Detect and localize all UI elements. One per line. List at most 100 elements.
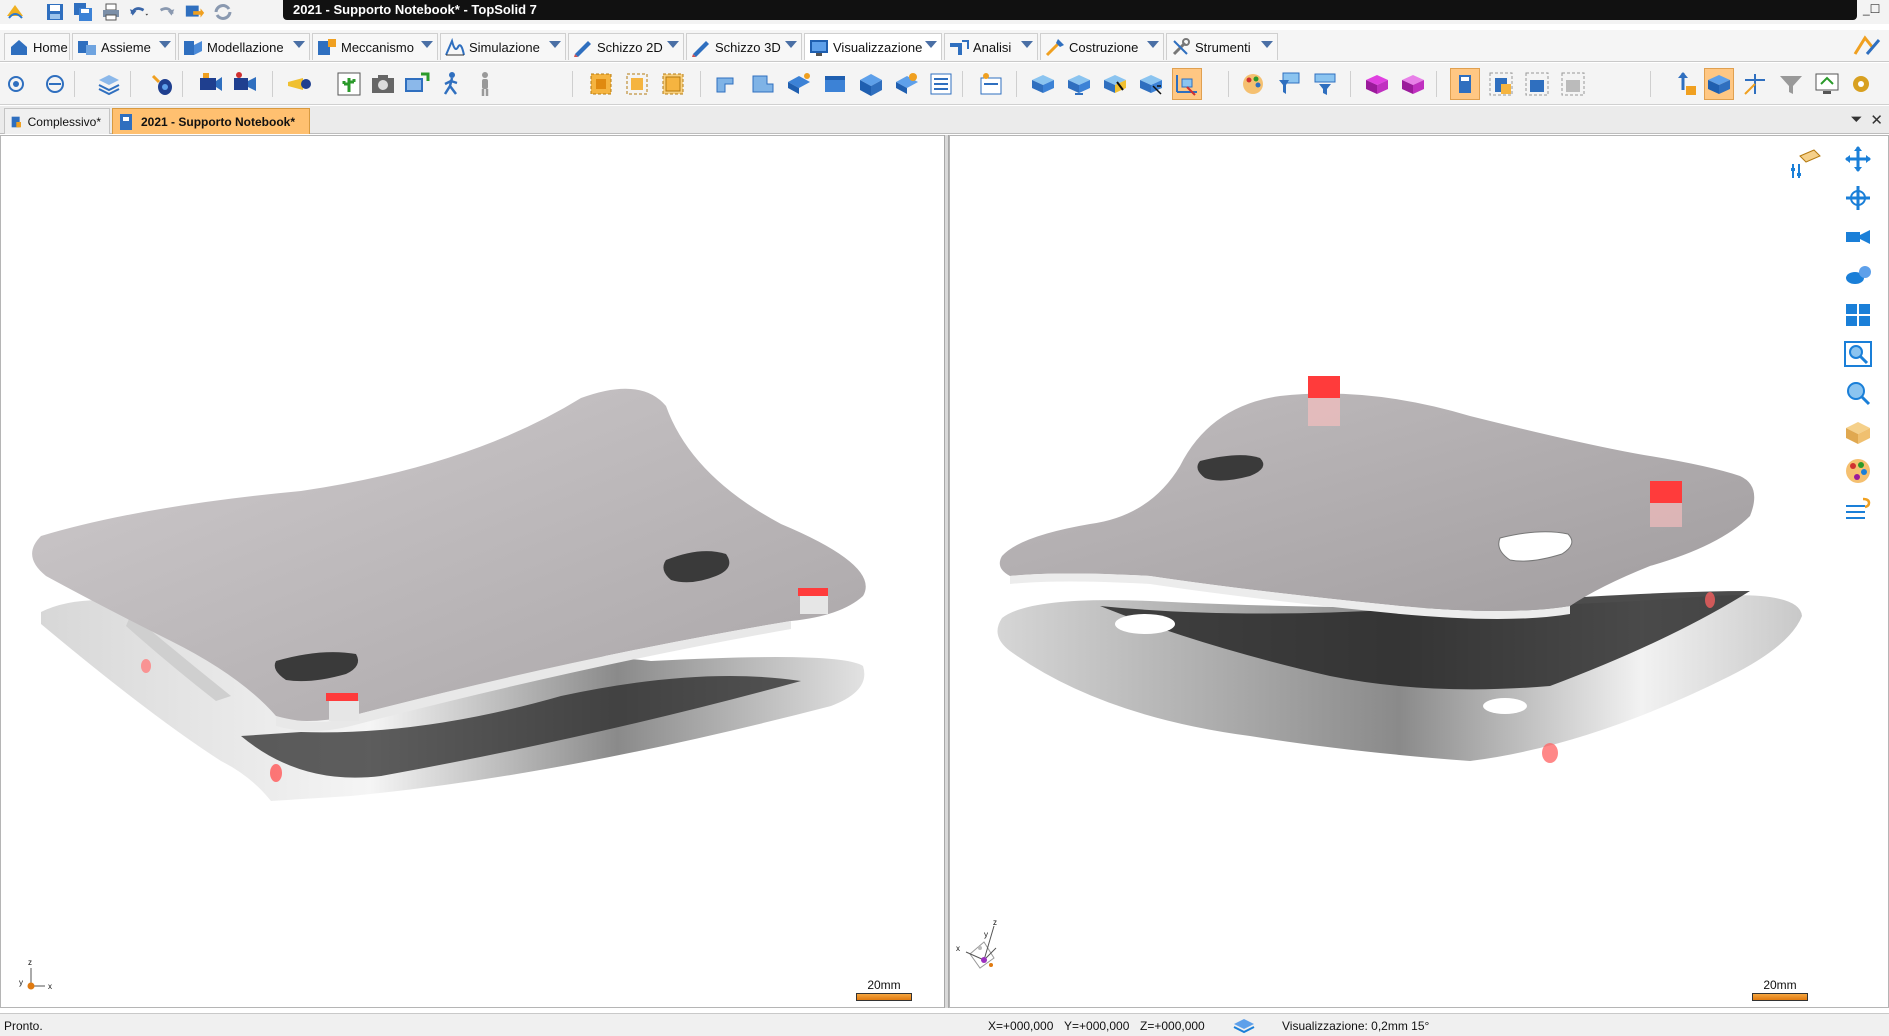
render-4-icon[interactable]	[1136, 68, 1166, 100]
view-layout-icon[interactable]	[1841, 300, 1875, 330]
filter-2-icon[interactable]	[1310, 68, 1340, 100]
box-view-icon[interactable]	[1841, 417, 1875, 447]
layer-icon[interactable]	[1232, 1016, 1256, 1034]
snapshot-icon[interactable]	[368, 68, 398, 100]
viewport-left[interactable]: z y x 20mm	[0, 135, 947, 1008]
chevron-down-icon[interactable]	[293, 41, 305, 48]
render-3-icon[interactable]	[1100, 68, 1130, 100]
export-icon[interactable]	[184, 2, 206, 22]
tab-strumenti[interactable]: Strumenti	[1166, 33, 1278, 60]
model-render-right[interactable]	[950, 136, 1889, 1008]
navigation-toolbar	[1838, 144, 1878, 525]
display-mode-2-icon[interactable]	[1486, 68, 1516, 100]
tab-visualizzazione[interactable]: Visualizzazione	[804, 33, 942, 60]
chevron-down-icon[interactable]	[925, 41, 937, 48]
screen-export-icon[interactable]	[402, 68, 432, 100]
viewport-right[interactable]: z y x 20mm	[949, 135, 1889, 1008]
frame-all-icon[interactable]	[586, 68, 616, 100]
redo-icon[interactable]	[156, 2, 178, 22]
rotate-icon[interactable]	[1841, 183, 1875, 213]
frame-fit-icon[interactable]	[658, 68, 688, 100]
tab-analisi[interactable]: Analisi	[944, 33, 1038, 60]
view-iso-icon[interactable]	[856, 68, 886, 100]
funnel-view-icon[interactable]	[1776, 68, 1806, 100]
view-list-icon[interactable]	[926, 68, 956, 100]
render-2-icon[interactable]	[1064, 68, 1094, 100]
camera-icon[interactable]	[196, 68, 226, 100]
display-mode-3-icon[interactable]	[1522, 68, 1552, 100]
print-icon[interactable]	[100, 2, 122, 22]
camera-target-icon[interactable]	[230, 68, 260, 100]
shading-2-icon[interactable]	[1398, 68, 1428, 100]
close-icon[interactable]: ✕	[1870, 111, 1883, 129]
view-front-icon[interactable]	[820, 68, 850, 100]
zoom-icon[interactable]	[1841, 378, 1875, 408]
tab-meccanismo[interactable]: Meccanismo	[312, 33, 438, 60]
toolbar-separator	[272, 71, 273, 97]
help-lines-icon[interactable]	[1841, 495, 1875, 525]
tab-simulazione[interactable]: Simulazione	[440, 33, 566, 60]
chevron-down-icon[interactable]	[667, 41, 679, 48]
chevron-down-icon[interactable]	[159, 41, 171, 48]
doc-tab-supporto-notebook[interactable]: 2021 - Supporto Notebook*	[112, 108, 310, 134]
save-icon[interactable]	[44, 2, 66, 22]
palette-icon[interactable]	[1841, 456, 1875, 486]
view-shape-2-icon[interactable]	[748, 68, 778, 100]
view-top-icon[interactable]	[784, 68, 814, 100]
options-icon[interactable]	[1851, 34, 1883, 58]
doc-tab-complessivo[interactable]: Complessivo*	[4, 108, 110, 134]
render-1-icon[interactable]	[1028, 68, 1058, 100]
tab-label: Costruzione	[1069, 39, 1139, 55]
visualization-precision: Visualizzazione: 0,2mm 15°	[1282, 1019, 1430, 1033]
filter-1-icon[interactable]	[1274, 68, 1304, 100]
shading-1-icon[interactable]	[1362, 68, 1392, 100]
app-logo-icon[interactable]	[4, 2, 26, 22]
display-icon	[810, 40, 828, 56]
pan-icon[interactable]	[1841, 144, 1875, 174]
chevron-down-icon[interactable]	[1261, 41, 1273, 48]
tab-home[interactable]: Home	[4, 33, 70, 60]
orbit-icon[interactable]	[1841, 261, 1875, 291]
mirror-view-icon[interactable]	[40, 68, 70, 100]
light-icon[interactable]	[146, 68, 176, 100]
layers-icon[interactable]	[94, 68, 124, 100]
section-view-icon[interactable]	[976, 68, 1006, 100]
model-render-left[interactable]	[1, 136, 947, 1008]
display-mode-4-icon[interactable]	[1558, 68, 1588, 100]
lock-up-icon[interactable]	[1670, 68, 1700, 100]
view-shape-1-icon[interactable]	[712, 68, 742, 100]
view-settings-icon[interactable]	[1788, 148, 1822, 182]
camera-view-icon[interactable]	[1841, 222, 1875, 252]
tab-assieme[interactable]: Assieme	[72, 33, 176, 60]
color-palette-icon[interactable]	[1238, 68, 1268, 100]
cactus-view-icon[interactable]	[334, 68, 364, 100]
chevron-down-icon[interactable]	[1021, 41, 1033, 48]
tab-schizzo-2d[interactable]: Schizzo 2D	[568, 33, 684, 60]
save-all-icon[interactable]	[72, 2, 94, 22]
tab-list-icon[interactable]: ⏷	[1850, 111, 1862, 129]
window-restore-button[interactable]: _☐	[1863, 2, 1887, 20]
spotlight-icon[interactable]	[284, 68, 314, 100]
dual-view-icon[interactable]	[6, 68, 36, 100]
undo-icon[interactable]	[128, 2, 150, 22]
measure-icon[interactable]	[1172, 68, 1202, 100]
zoom-window-icon[interactable]	[1841, 339, 1875, 369]
tab-costruzione[interactable]: Costruzione	[1040, 33, 1164, 60]
chevron-down-icon[interactable]	[785, 41, 797, 48]
monitor-view-icon[interactable]	[1812, 68, 1842, 100]
refresh-icon[interactable]	[212, 2, 234, 22]
tab-schizzo-3d[interactable]: Schizzo 3D	[686, 33, 802, 60]
frame-center-icon[interactable]	[622, 68, 652, 100]
gear-icon[interactable]	[1846, 68, 1876, 100]
chevron-down-icon[interactable]	[549, 41, 561, 48]
chevron-down-icon[interactable]	[421, 41, 433, 48]
axis-view-icon[interactable]	[1740, 68, 1770, 100]
chevron-down-icon[interactable]	[1147, 41, 1159, 48]
walk-icon[interactable]	[436, 68, 466, 100]
tab-modellazione[interactable]: Modellazione	[178, 33, 310, 60]
mannequin-icon[interactable]	[470, 68, 500, 100]
display-mode-1-icon[interactable]	[1450, 68, 1480, 100]
stopper-red	[1650, 481, 1682, 503]
view-iso-2-icon[interactable]	[892, 68, 922, 100]
box-select-icon[interactable]	[1704, 68, 1734, 100]
